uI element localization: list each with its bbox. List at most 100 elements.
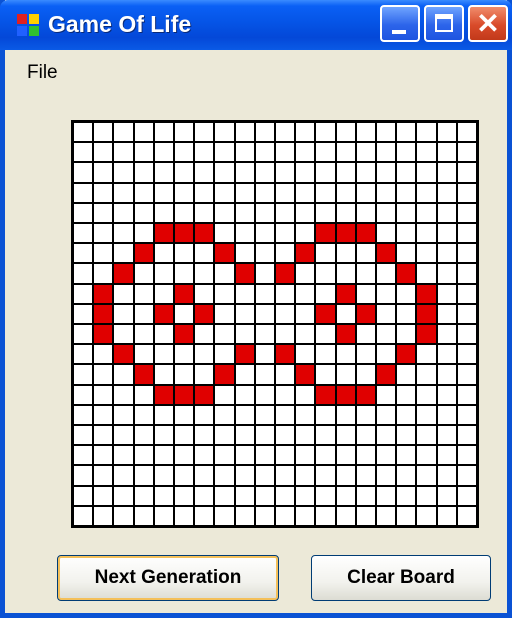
board-cell[interactable]	[377, 506, 396, 525]
board-cell[interactable]	[276, 123, 295, 142]
board-cell[interactable]	[94, 446, 113, 465]
board-cell[interactable]	[255, 365, 274, 384]
board-cell[interactable]	[134, 163, 153, 182]
board-cell[interactable]	[417, 143, 436, 162]
board-cell[interactable]	[195, 183, 214, 202]
board-cell[interactable]	[437, 183, 456, 202]
board-cell[interactable]	[74, 345, 93, 364]
board-cell-alive[interactable]	[336, 224, 355, 243]
board-cell[interactable]	[154, 203, 173, 222]
board-cell[interactable]	[336, 365, 355, 384]
board-cell[interactable]	[356, 365, 375, 384]
board-cell[interactable]	[114, 365, 133, 384]
board-cell[interactable]	[215, 284, 234, 303]
board-cell[interactable]	[296, 385, 315, 404]
board-cell[interactable]	[296, 405, 315, 424]
board-cell[interactable]	[255, 183, 274, 202]
board-cell[interactable]	[296, 466, 315, 485]
board-cell-alive[interactable]	[336, 284, 355, 303]
board-cell[interactable]	[356, 143, 375, 162]
board-cell[interactable]	[457, 203, 476, 222]
board-cell[interactable]	[195, 446, 214, 465]
board-cell[interactable]	[175, 365, 194, 384]
board-cell[interactable]	[336, 304, 355, 323]
board-cell[interactable]	[114, 183, 133, 202]
title-bar[interactable]: Game Of Life ✕	[0, 0, 512, 50]
board-cell[interactable]	[377, 284, 396, 303]
board-cell[interactable]	[175, 123, 194, 142]
board-cell[interactable]	[397, 385, 416, 404]
board-cell[interactable]	[397, 506, 416, 525]
board-cell[interactable]	[74, 163, 93, 182]
board-cell[interactable]	[377, 345, 396, 364]
board-cell[interactable]	[215, 123, 234, 142]
board-cell[interactable]	[356, 325, 375, 344]
board-cell-alive[interactable]	[215, 244, 234, 263]
board-cell[interactable]	[215, 446, 234, 465]
board-cell[interactable]	[154, 345, 173, 364]
board-cell[interactable]	[296, 123, 315, 142]
board-cell[interactable]	[74, 183, 93, 202]
board-cell[interactable]	[417, 244, 436, 263]
board-cell[interactable]	[437, 264, 456, 283]
board-cell[interactable]	[437, 123, 456, 142]
board-cell[interactable]	[175, 486, 194, 505]
board-cell-alive[interactable]	[276, 264, 295, 283]
board-cell[interactable]	[134, 264, 153, 283]
board-cell[interactable]	[235, 446, 254, 465]
board-cell[interactable]	[276, 244, 295, 263]
board-cell-alive[interactable]	[215, 365, 234, 384]
board-cell[interactable]	[255, 284, 274, 303]
board-cell[interactable]	[255, 426, 274, 445]
board-cell[interactable]	[255, 203, 274, 222]
board-cell[interactable]	[195, 264, 214, 283]
maximize-button[interactable]	[424, 5, 464, 42]
board-cell[interactable]	[114, 143, 133, 162]
board-cell[interactable]	[134, 426, 153, 445]
board-cell[interactable]	[336, 466, 355, 485]
board-cell[interactable]	[74, 405, 93, 424]
board-cell[interactable]	[296, 264, 315, 283]
board-cell[interactable]	[336, 506, 355, 525]
board-cell[interactable]	[377, 264, 396, 283]
board-cell[interactable]	[74, 446, 93, 465]
board-cell[interactable]	[316, 486, 335, 505]
board-cell[interactable]	[316, 426, 335, 445]
board-cell[interactable]	[255, 143, 274, 162]
board-cell[interactable]	[296, 203, 315, 222]
board-cell[interactable]	[276, 325, 295, 344]
board-cell[interactable]	[175, 446, 194, 465]
board-cell[interactable]	[195, 203, 214, 222]
board-cell[interactable]	[195, 284, 214, 303]
board-cell[interactable]	[316, 466, 335, 485]
board-cell[interactable]	[215, 143, 234, 162]
board-cell-alive[interactable]	[235, 264, 254, 283]
board-cell[interactable]	[276, 163, 295, 182]
board-cell[interactable]	[457, 264, 476, 283]
board-cell[interactable]	[356, 284, 375, 303]
board-cell[interactable]	[94, 123, 113, 142]
board-cell[interactable]	[316, 264, 335, 283]
board-cell[interactable]	[94, 385, 113, 404]
board-cell[interactable]	[114, 426, 133, 445]
board-cell[interactable]	[276, 486, 295, 505]
board-cell[interactable]	[316, 405, 335, 424]
board-cell[interactable]	[235, 203, 254, 222]
board-cell[interactable]	[377, 446, 396, 465]
board-cell-alive[interactable]	[94, 325, 113, 344]
board-cell[interactable]	[114, 163, 133, 182]
board-cell[interactable]	[276, 506, 295, 525]
board-cell[interactable]	[336, 345, 355, 364]
board-cell[interactable]	[276, 143, 295, 162]
board-cell[interactable]	[356, 466, 375, 485]
next-generation-button[interactable]: Next Generation	[57, 555, 279, 601]
board-cell[interactable]	[336, 446, 355, 465]
board-cell[interactable]	[134, 506, 153, 525]
board-cell[interactable]	[195, 466, 214, 485]
board-cell[interactable]	[215, 426, 234, 445]
board-cell[interactable]	[356, 345, 375, 364]
board-cell[interactable]	[397, 244, 416, 263]
board-cell[interactable]	[316, 183, 335, 202]
board-cell[interactable]	[417, 345, 436, 364]
board-cell[interactable]	[235, 325, 254, 344]
